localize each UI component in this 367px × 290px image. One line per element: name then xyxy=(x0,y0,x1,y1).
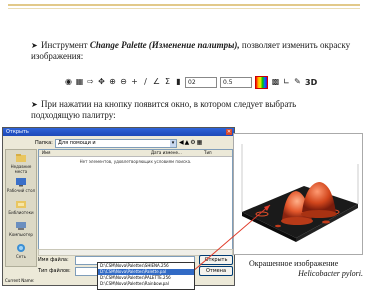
filename-label: Имя файла: xyxy=(38,257,69,263)
current-name-label: Current Name: xyxy=(5,278,35,283)
slide: ➤ Инструмент Change Palette (Изменение па… xyxy=(0,0,367,290)
colored-image-panel xyxy=(233,133,363,255)
place-recent[interactable]: Недавние места xyxy=(6,153,36,174)
zoom-out-icon[interactable]: ⊖ xyxy=(119,77,128,87)
export-icon[interactable]: ⇨ xyxy=(86,77,95,87)
histogram-icon[interactable]: ▮ xyxy=(174,77,183,87)
column-name[interactable]: Имя xyxy=(42,150,50,156)
bullet-change-palette: ➤ Инструмент Change Palette (Изменение па… xyxy=(31,40,351,61)
pan-icon[interactable]: ✥ xyxy=(97,77,106,87)
slide-top-rule xyxy=(8,4,360,6)
lookin-select[interactable]: Для помощи и ▾ xyxy=(55,139,177,148)
select-icon[interactable]: ▦ xyxy=(75,77,84,87)
place-network[interactable]: Сеть xyxy=(6,243,36,259)
axes-icon[interactable]: ∟ xyxy=(282,77,291,87)
file-list[interactable]: Имя Дата измене... Тип Нет элементов, уд… xyxy=(38,149,233,250)
bullet-arrow-icon: ➤ xyxy=(31,100,38,109)
bullet-dialog-hint: ➤ При нажатии на кнопку появится окно, в … xyxy=(31,99,297,120)
place-desktop[interactable]: Рабочий стол xyxy=(6,177,36,193)
line-icon[interactable]: ∕ xyxy=(141,77,150,87)
chevron-down-icon[interactable]: ▾ xyxy=(170,140,176,147)
file-list-header: Имя Дата измене... Тип xyxy=(39,150,232,157)
place-computer[interactable]: Компьютер xyxy=(6,221,36,237)
crosshair-icon[interactable]: + xyxy=(130,77,139,87)
camera-icon[interactable]: ◉ xyxy=(64,77,73,87)
tool-name: Change Palette (Изменение палитры), xyxy=(89,40,240,50)
step-field[interactable]: 0.5 xyxy=(220,76,252,88)
places-bar: Недавние места Рабочий стол Библиотеки К… xyxy=(5,149,37,267)
angle-icon[interactable]: ∠ xyxy=(152,77,161,87)
bullet-arrow-icon: ➤ xyxy=(31,41,38,50)
empty-message: Нет элементов, удовлетворяющих условиям … xyxy=(79,159,192,164)
slide-top-rule-thin xyxy=(8,8,360,9)
colored-surface-image xyxy=(241,144,359,242)
grid-icon[interactable]: ▩ xyxy=(271,77,280,87)
cancel-button[interactable]: Отмена xyxy=(199,266,233,276)
image-caption: Окрашенное изображение Helicobacter pylo… xyxy=(249,259,363,278)
view-3d-button[interactable]: 3D xyxy=(305,78,317,87)
zoom-field[interactable]: 02 xyxy=(185,76,217,88)
column-type[interactable]: Тип xyxy=(204,150,212,156)
computer-icon xyxy=(16,222,26,230)
dialog-title-bar: Открыть ✕ xyxy=(3,128,234,136)
network-icon xyxy=(17,244,25,252)
zoom-in-icon[interactable]: ⊕ xyxy=(108,77,117,87)
place-libraries[interactable]: Библиотеки xyxy=(6,199,36,215)
list-item[interactable]: D:\CSM\Nova\Palettes\Rainbow.pal xyxy=(98,281,194,287)
libraries-icon xyxy=(16,201,26,208)
toolbar: ◉ ▦ ⇨ ✥ ⊕ ⊖ + ∕ ∠ Σ ▮ 02 0.5 ▩ ∟ ✎ 3D xyxy=(64,75,334,89)
recent-places-icon xyxy=(16,154,26,162)
lookin-label: Папка: xyxy=(35,140,53,146)
open-button[interactable]: Открыть xyxy=(199,255,233,265)
desktop-icon xyxy=(16,178,26,187)
sigma-icon[interactable]: Σ xyxy=(163,77,172,87)
filetype-label: Тип файлов: xyxy=(38,268,71,274)
palette-dropdown-list: D:\CSM\Nova\Palettes\SHIENA.256 D:\CSM\N… xyxy=(97,262,195,290)
nav-buttons[interactable]: ◀▲⚙▦ xyxy=(179,139,203,146)
change-palette-button[interactable] xyxy=(255,75,268,89)
brush-icon[interactable]: ✎ xyxy=(293,77,302,87)
column-date[interactable]: Дата измене... xyxy=(151,150,182,156)
close-icon[interactable]: ✕ xyxy=(226,129,232,135)
